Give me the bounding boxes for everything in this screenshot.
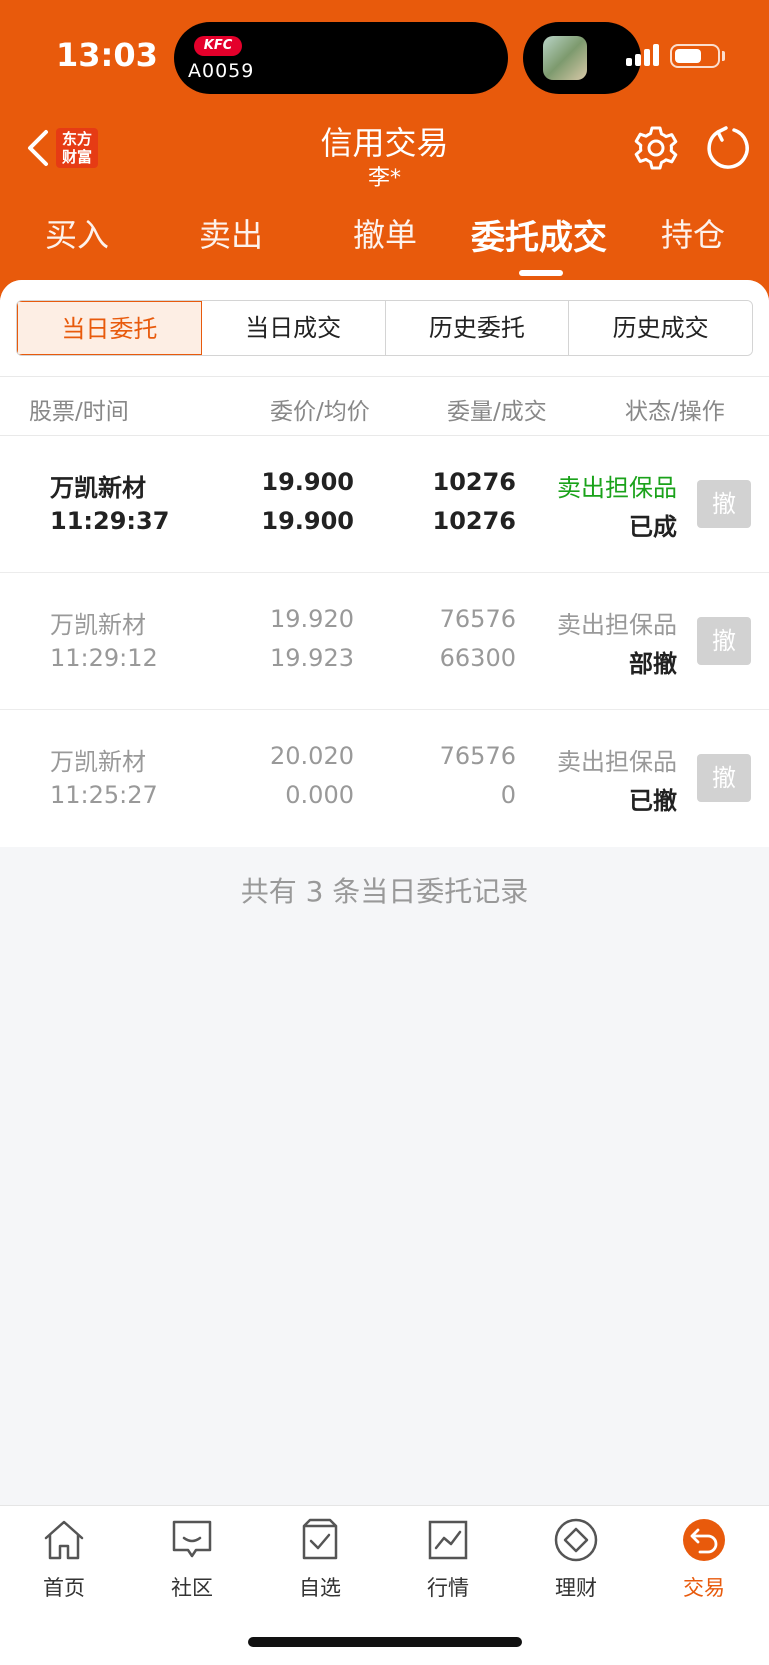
order-qty: 76576 — [439, 742, 516, 770]
order-type: 卖出担保品 — [557, 474, 677, 502]
stock-name: 万凯新材 — [50, 474, 146, 502]
wealth-icon — [554, 1518, 598, 1562]
tab-positions[interactable]: 持仓 — [616, 210, 769, 256]
records-count-note: 共有 3 条当日委托记录 — [240, 875, 529, 908]
tab-cancel[interactable]: 撤单 — [308, 210, 462, 256]
order-qty: 10276 — [432, 468, 517, 496]
refresh-icon[interactable] — [704, 124, 752, 172]
order-price: 19.900 — [261, 468, 354, 496]
table-header: 股票/时间 委价/均价 委量/成交 状态/操作 — [0, 376, 769, 436]
home-indicator[interactable] — [248, 1637, 522, 1647]
market-icon — [428, 1520, 468, 1560]
filled-qty: 0 — [500, 781, 516, 809]
header-status: 状态/操作 — [625, 399, 725, 425]
thumbnail-image — [543, 36, 587, 80]
header-stock-time: 股票/时间 — [29, 399, 129, 425]
stock-name: 万凯新材 — [50, 611, 146, 639]
order-price: 19.920 — [270, 605, 354, 633]
avg-price: 19.900 — [261, 507, 354, 535]
order-type: 卖出担保品 — [557, 748, 677, 776]
order-type: 卖出担保品 — [557, 611, 677, 639]
nav-wealth[interactable]: 理财 — [512, 1516, 640, 1602]
cancel-order-button[interactable]: 撤 — [697, 754, 751, 802]
order-status: 已撤 — [629, 787, 677, 815]
watchlist-icon — [302, 1518, 338, 1560]
nav-watchlist[interactable]: 自选 — [256, 1516, 384, 1602]
avg-price: 19.923 — [270, 644, 354, 672]
order-status: 已成 — [629, 513, 677, 541]
tab-buy[interactable]: 买入 — [0, 210, 154, 256]
kfc-logo: KFC — [194, 36, 242, 56]
dynamic-island[interactable]: KFC A0059 — [174, 22, 508, 94]
battery-icon — [670, 44, 720, 68]
table-row[interactable]: 万凯新材 11:29:37 19.900 19.900 10276 10276 … — [0, 436, 769, 573]
community-icon — [172, 1520, 212, 1558]
filled-qty: 10276 — [432, 507, 517, 535]
live-activity-code: A0059 — [188, 60, 255, 82]
order-time: 11:29:12 — [50, 644, 158, 672]
tab-orders-trades[interactable]: 委托成交 — [462, 210, 616, 259]
table-row[interactable]: 万凯新材 11:25:27 20.020 0.000 76576 0 卖出担保品… — [0, 710, 769, 847]
active-tab-indicator — [519, 270, 563, 276]
gear-icon[interactable] — [632, 124, 680, 172]
status-time: 13:03 — [56, 36, 158, 74]
subtab-today-orders[interactable]: 当日委托 — [17, 301, 202, 355]
main-tabs: 买入 卖出 撤单 委托成交 持仓 — [0, 210, 769, 270]
order-time: 11:25:27 — [50, 781, 158, 809]
stock-name: 万凯新材 — [50, 748, 146, 776]
header-price: 委价/均价 — [270, 399, 370, 425]
sub-tabs: 当日委托 当日成交 历史委托 历史成交 — [16, 300, 753, 356]
table-row[interactable]: 万凯新材 11:29:12 19.920 19.923 76576 66300 … — [0, 573, 769, 710]
order-time: 11:29:37 — [50, 507, 170, 535]
tab-sell[interactable]: 卖出 — [154, 210, 308, 256]
nav-community[interactable]: 社区 — [128, 1516, 256, 1602]
cellular-signal-icon — [626, 44, 662, 66]
cancel-order-button[interactable]: 撤 — [697, 617, 751, 665]
order-price: 20.020 — [270, 742, 354, 770]
order-status: 部撤 — [629, 650, 677, 678]
filled-qty: 66300 — [439, 644, 516, 672]
cancel-order-button[interactable]: 撤 — [697, 480, 751, 528]
trade-icon — [683, 1519, 725, 1561]
live-activity-thumbnail[interactable] — [523, 22, 641, 94]
order-qty: 76576 — [439, 605, 516, 633]
subtab-today-trades[interactable]: 当日成交 — [201, 301, 386, 355]
content-panel: 当日委托 当日成交 历史委托 历史成交 股票/时间 委价/均价 委量/成交 状态… — [0, 280, 769, 1505]
nav-home[interactable]: 首页 — [0, 1516, 128, 1602]
home-icon — [44, 1520, 84, 1560]
subtab-history-trades[interactable]: 历史成交 — [569, 301, 752, 355]
nav-trade[interactable]: 交易 — [640, 1516, 768, 1602]
avg-price: 0.000 — [285, 781, 354, 809]
subtab-history-orders[interactable]: 历史委托 — [385, 301, 570, 355]
app-header: 13:03 KFC A0059 东方 财富 信用交易 李* 买入 卖出 撤单 委… — [0, 0, 769, 300]
header-qty: 委量/成交 — [447, 399, 547, 425]
nav-market[interactable]: 行情 — [384, 1516, 512, 1602]
